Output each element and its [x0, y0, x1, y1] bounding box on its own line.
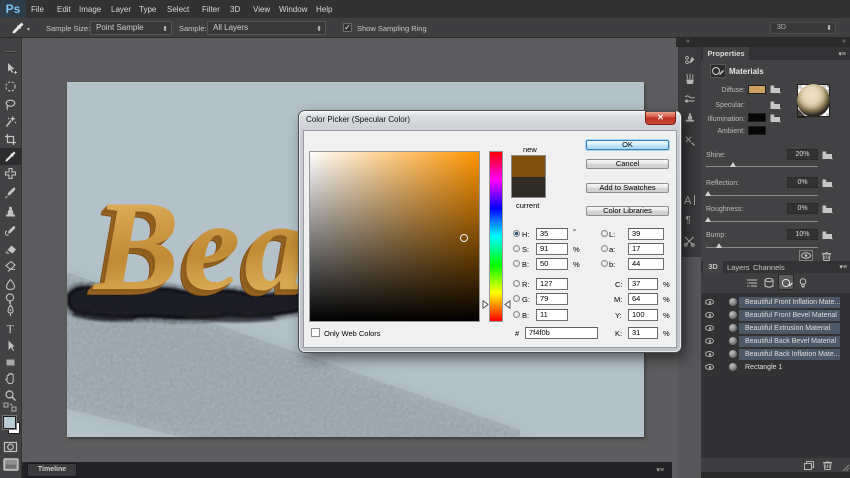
svg-text:T: T [7, 322, 15, 335]
svg-text:A: A [684, 195, 692, 207]
svg-text:¶: ¶ [686, 215, 691, 225]
